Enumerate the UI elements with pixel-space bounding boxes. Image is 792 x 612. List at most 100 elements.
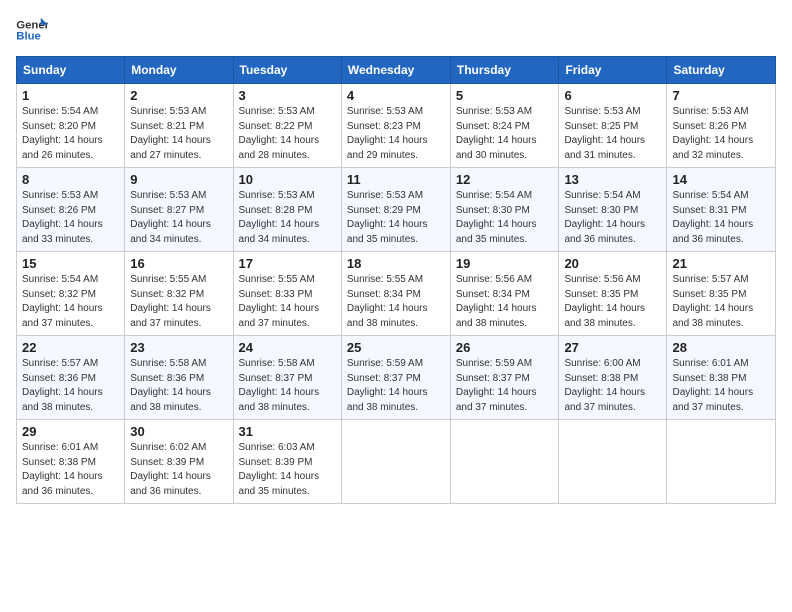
day-info: Sunrise: 5:56 AM Sunset: 8:34 PM Dayligh…	[456, 273, 554, 331]
calendar-cell	[450, 420, 559, 504]
calendar-week-row: 8 Sunrise: 5:53 AM Sunset: 8:26 PM Dayli…	[17, 168, 776, 252]
day-info: Sunrise: 5:53 AM Sunset: 8:28 PM Dayligh…	[239, 189, 336, 247]
day-number: 3	[239, 88, 336, 103]
day-info: Sunrise: 6:03 AM Sunset: 8:39 PM Dayligh…	[239, 441, 336, 499]
calendar-cell: 22 Sunrise: 5:57 AM Sunset: 8:36 PM Dayl…	[17, 336, 125, 420]
day-info: Sunrise: 5:58 AM Sunset: 8:36 PM Dayligh…	[130, 357, 227, 415]
calendar-cell: 21 Sunrise: 5:57 AM Sunset: 8:35 PM Dayl…	[667, 252, 776, 336]
calendar-cell: 15 Sunrise: 5:54 AM Sunset: 8:32 PM Dayl…	[17, 252, 125, 336]
day-info: Sunrise: 5:59 AM Sunset: 8:37 PM Dayligh…	[456, 357, 554, 415]
day-number: 27	[564, 340, 661, 355]
day-number: 20	[564, 256, 661, 271]
day-number: 30	[130, 424, 227, 439]
day-info: Sunrise: 6:01 AM Sunset: 8:38 PM Dayligh…	[22, 441, 119, 499]
calendar-week-row: 29 Sunrise: 6:01 AM Sunset: 8:38 PM Dayl…	[17, 420, 776, 504]
day-info: Sunrise: 5:53 AM Sunset: 8:27 PM Dayligh…	[130, 189, 227, 247]
day-info: Sunrise: 5:54 AM Sunset: 8:30 PM Dayligh…	[564, 189, 661, 247]
day-info: Sunrise: 5:53 AM Sunset: 8:29 PM Dayligh…	[347, 189, 445, 247]
column-header-saturday: Saturday	[667, 57, 776, 84]
day-info: Sunrise: 6:00 AM Sunset: 8:38 PM Dayligh…	[564, 357, 661, 415]
day-number: 14	[672, 172, 770, 187]
day-info: Sunrise: 5:53 AM Sunset: 8:25 PM Dayligh…	[564, 105, 661, 163]
calendar-cell: 4 Sunrise: 5:53 AM Sunset: 8:23 PM Dayli…	[341, 84, 450, 168]
calendar-cell: 29 Sunrise: 6:01 AM Sunset: 8:38 PM Dayl…	[17, 420, 125, 504]
calendar-cell: 9 Sunrise: 5:53 AM Sunset: 8:27 PM Dayli…	[125, 168, 233, 252]
day-info: Sunrise: 5:59 AM Sunset: 8:37 PM Dayligh…	[347, 357, 445, 415]
column-header-tuesday: Tuesday	[233, 57, 341, 84]
day-number: 7	[672, 88, 770, 103]
day-info: Sunrise: 6:01 AM Sunset: 8:38 PM Dayligh…	[672, 357, 770, 415]
day-info: Sunrise: 5:54 AM Sunset: 8:32 PM Dayligh…	[22, 273, 119, 331]
day-number: 22	[22, 340, 119, 355]
column-header-wednesday: Wednesday	[341, 57, 450, 84]
calendar-cell: 8 Sunrise: 5:53 AM Sunset: 8:26 PM Dayli…	[17, 168, 125, 252]
calendar-cell: 31 Sunrise: 6:03 AM Sunset: 8:39 PM Dayl…	[233, 420, 341, 504]
calendar-cell: 26 Sunrise: 5:59 AM Sunset: 8:37 PM Dayl…	[450, 336, 559, 420]
calendar-cell: 28 Sunrise: 6:01 AM Sunset: 8:38 PM Dayl…	[667, 336, 776, 420]
day-number: 19	[456, 256, 554, 271]
day-info: Sunrise: 5:53 AM Sunset: 8:26 PM Dayligh…	[672, 105, 770, 163]
day-info: Sunrise: 5:53 AM Sunset: 8:26 PM Dayligh…	[22, 189, 119, 247]
day-info: Sunrise: 5:53 AM Sunset: 8:24 PM Dayligh…	[456, 105, 554, 163]
calendar-week-row: 15 Sunrise: 5:54 AM Sunset: 8:32 PM Dayl…	[17, 252, 776, 336]
day-info: Sunrise: 5:54 AM Sunset: 8:31 PM Dayligh…	[672, 189, 770, 247]
day-number: 18	[347, 256, 445, 271]
day-number: 17	[239, 256, 336, 271]
day-info: Sunrise: 5:54 AM Sunset: 8:30 PM Dayligh…	[456, 189, 554, 247]
calendar-week-row: 1 Sunrise: 5:54 AM Sunset: 8:20 PM Dayli…	[17, 84, 776, 168]
calendar-cell: 27 Sunrise: 6:00 AM Sunset: 8:38 PM Dayl…	[559, 336, 667, 420]
day-number: 2	[130, 88, 227, 103]
day-number: 8	[22, 172, 119, 187]
calendar-cell: 18 Sunrise: 5:55 AM Sunset: 8:34 PM Dayl…	[341, 252, 450, 336]
calendar-cell: 20 Sunrise: 5:56 AM Sunset: 8:35 PM Dayl…	[559, 252, 667, 336]
day-number: 1	[22, 88, 119, 103]
calendar-cell: 12 Sunrise: 5:54 AM Sunset: 8:30 PM Dayl…	[450, 168, 559, 252]
calendar-cell: 5 Sunrise: 5:53 AM Sunset: 8:24 PM Dayli…	[450, 84, 559, 168]
calendar-cell: 2 Sunrise: 5:53 AM Sunset: 8:21 PM Dayli…	[125, 84, 233, 168]
calendar-header-row: SundayMondayTuesdayWednesdayThursdayFrid…	[17, 57, 776, 84]
calendar-cell: 6 Sunrise: 5:53 AM Sunset: 8:25 PM Dayli…	[559, 84, 667, 168]
logo: General Blue	[16, 16, 48, 44]
calendar-cell	[341, 420, 450, 504]
calendar-cell: 23 Sunrise: 5:58 AM Sunset: 8:36 PM Dayl…	[125, 336, 233, 420]
day-info: Sunrise: 5:55 AM Sunset: 8:32 PM Dayligh…	[130, 273, 227, 331]
day-number: 4	[347, 88, 445, 103]
day-number: 23	[130, 340, 227, 355]
page-header: General Blue	[16, 16, 776, 44]
day-number: 29	[22, 424, 119, 439]
day-info: Sunrise: 5:53 AM Sunset: 8:23 PM Dayligh…	[347, 105, 445, 163]
day-info: Sunrise: 5:56 AM Sunset: 8:35 PM Dayligh…	[564, 273, 661, 331]
calendar-table: SundayMondayTuesdayWednesdayThursdayFrid…	[16, 56, 776, 504]
column-header-thursday: Thursday	[450, 57, 559, 84]
day-number: 31	[239, 424, 336, 439]
day-info: Sunrise: 5:53 AM Sunset: 8:22 PM Dayligh…	[239, 105, 336, 163]
day-number: 26	[456, 340, 554, 355]
calendar-cell: 1 Sunrise: 5:54 AM Sunset: 8:20 PM Dayli…	[17, 84, 125, 168]
day-number: 10	[239, 172, 336, 187]
day-number: 13	[564, 172, 661, 187]
calendar-cell: 14 Sunrise: 5:54 AM Sunset: 8:31 PM Dayl…	[667, 168, 776, 252]
day-info: Sunrise: 5:54 AM Sunset: 8:20 PM Dayligh…	[22, 105, 119, 163]
calendar-cell	[667, 420, 776, 504]
calendar-cell: 16 Sunrise: 5:55 AM Sunset: 8:32 PM Dayl…	[125, 252, 233, 336]
calendar-cell: 10 Sunrise: 5:53 AM Sunset: 8:28 PM Dayl…	[233, 168, 341, 252]
day-info: Sunrise: 5:55 AM Sunset: 8:34 PM Dayligh…	[347, 273, 445, 331]
calendar-cell: 11 Sunrise: 5:53 AM Sunset: 8:29 PM Dayl…	[341, 168, 450, 252]
calendar-cell: 3 Sunrise: 5:53 AM Sunset: 8:22 PM Dayli…	[233, 84, 341, 168]
day-number: 11	[347, 172, 445, 187]
day-info: Sunrise: 5:53 AM Sunset: 8:21 PM Dayligh…	[130, 105, 227, 163]
svg-text:Blue: Blue	[16, 31, 41, 43]
calendar-week-row: 22 Sunrise: 5:57 AM Sunset: 8:36 PM Dayl…	[17, 336, 776, 420]
calendar-cell: 7 Sunrise: 5:53 AM Sunset: 8:26 PM Dayli…	[667, 84, 776, 168]
day-number: 24	[239, 340, 336, 355]
column-header-monday: Monday	[125, 57, 233, 84]
calendar-cell: 17 Sunrise: 5:55 AM Sunset: 8:33 PM Dayl…	[233, 252, 341, 336]
calendar-cell: 30 Sunrise: 6:02 AM Sunset: 8:39 PM Dayl…	[125, 420, 233, 504]
day-number: 5	[456, 88, 554, 103]
logo-icon: General Blue	[16, 16, 48, 44]
day-info: Sunrise: 6:02 AM Sunset: 8:39 PM Dayligh…	[130, 441, 227, 499]
day-number: 15	[22, 256, 119, 271]
day-info: Sunrise: 5:55 AM Sunset: 8:33 PM Dayligh…	[239, 273, 336, 331]
day-number: 28	[672, 340, 770, 355]
day-info: Sunrise: 5:58 AM Sunset: 8:37 PM Dayligh…	[239, 357, 336, 415]
